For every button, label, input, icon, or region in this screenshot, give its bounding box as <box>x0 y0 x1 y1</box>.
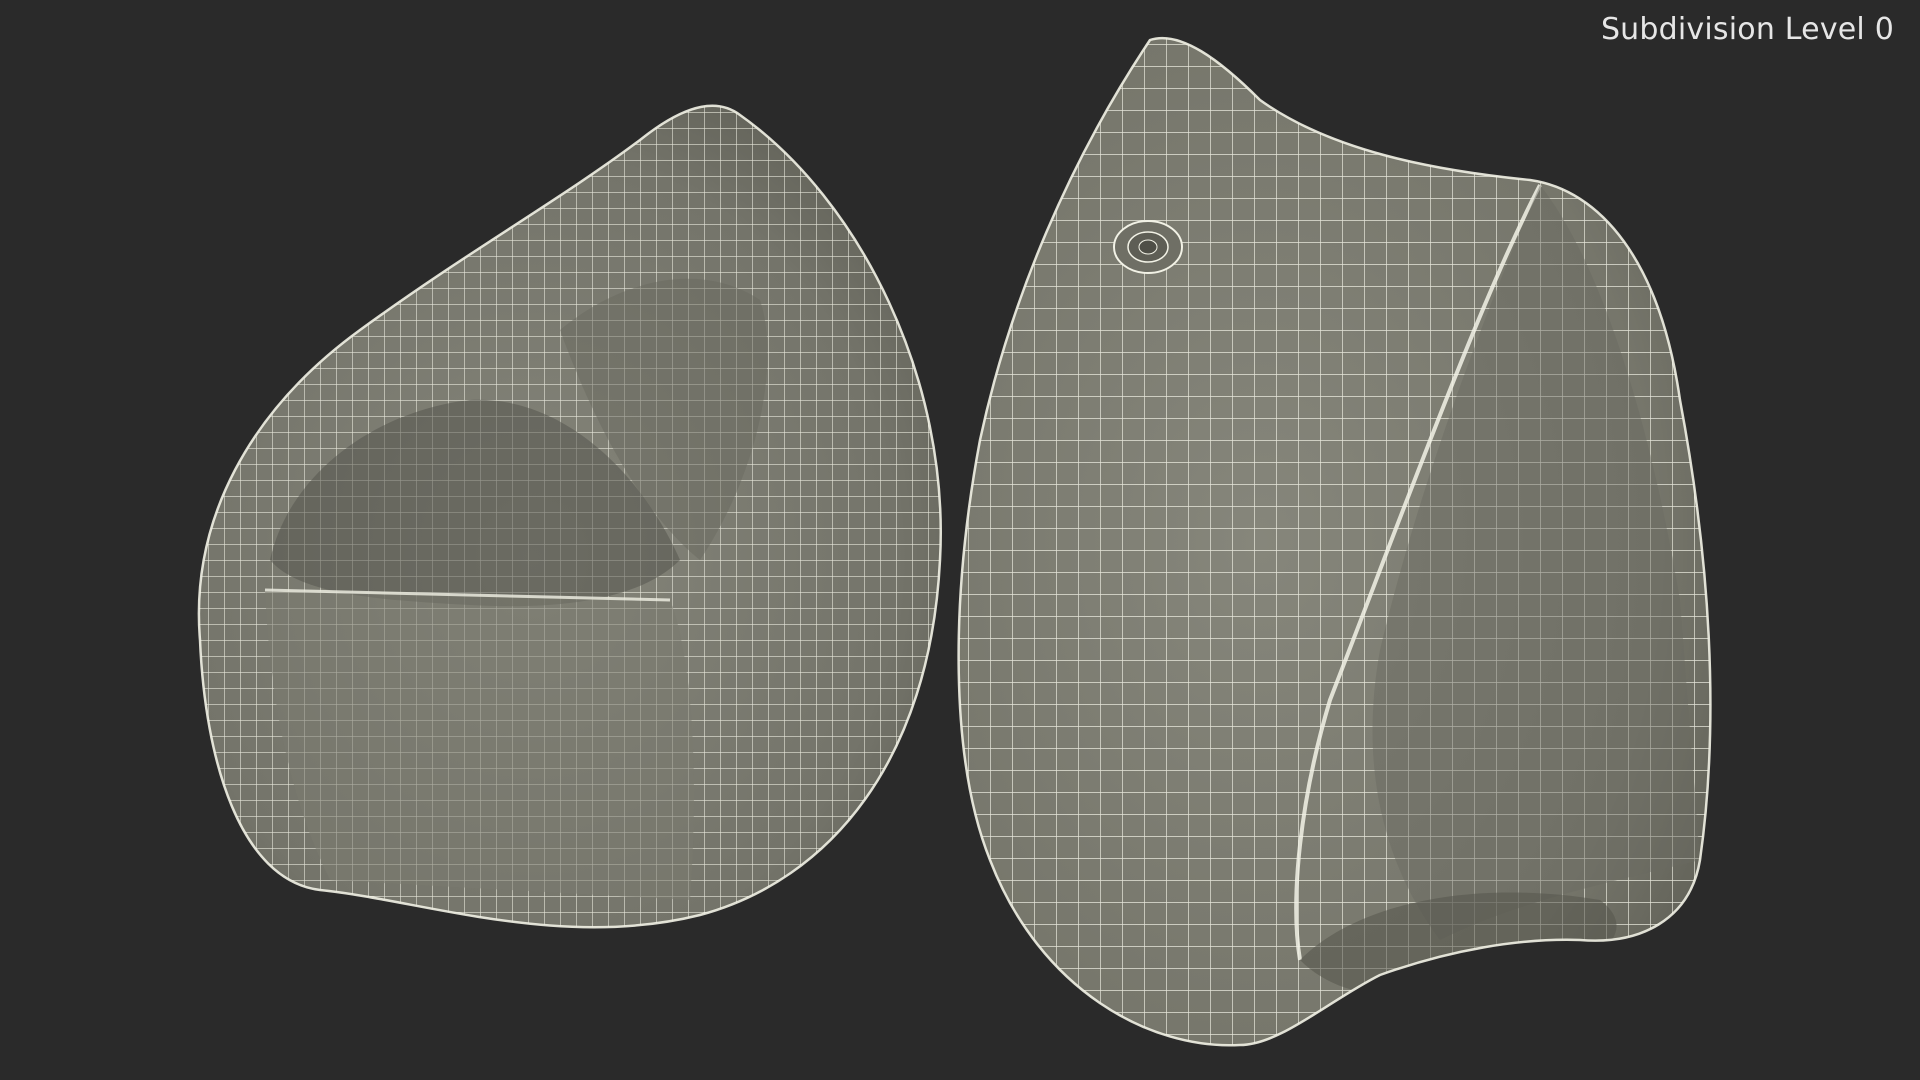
scene-canvas <box>197 36 1712 1047</box>
subdivision-level-label: Subdivision Level 0 <box>1600 12 1894 47</box>
valve-icon <box>1113 220 1183 274</box>
render-viewport: Subdivision Level 0 <box>0 0 1920 1080</box>
armband-right <box>957 36 1712 1047</box>
armband-left <box>197 104 942 929</box>
